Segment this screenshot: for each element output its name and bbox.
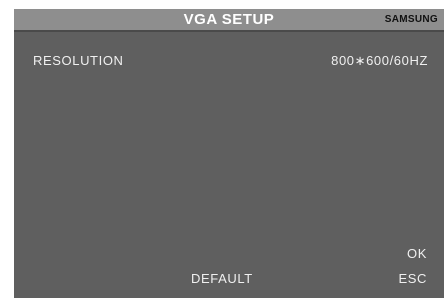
vga-setup-screen: VGA SETUP SAMSUNG RESOLUTION 800∗600/60H…: [14, 9, 444, 298]
title-bar: VGA SETUP SAMSUNG: [14, 9, 444, 32]
default-button[interactable]: DEFAULT: [191, 271, 253, 286]
resolution-value[interactable]: 800∗600/60HZ: [331, 53, 428, 69]
esc-button[interactable]: ESC: [398, 271, 427, 286]
page-title: VGA SETUP: [183, 11, 275, 28]
ok-button[interactable]: OK: [407, 246, 427, 261]
brand-logo: SAMSUNG: [384, 14, 438, 25]
resolution-label[interactable]: RESOLUTION: [33, 53, 124, 68]
